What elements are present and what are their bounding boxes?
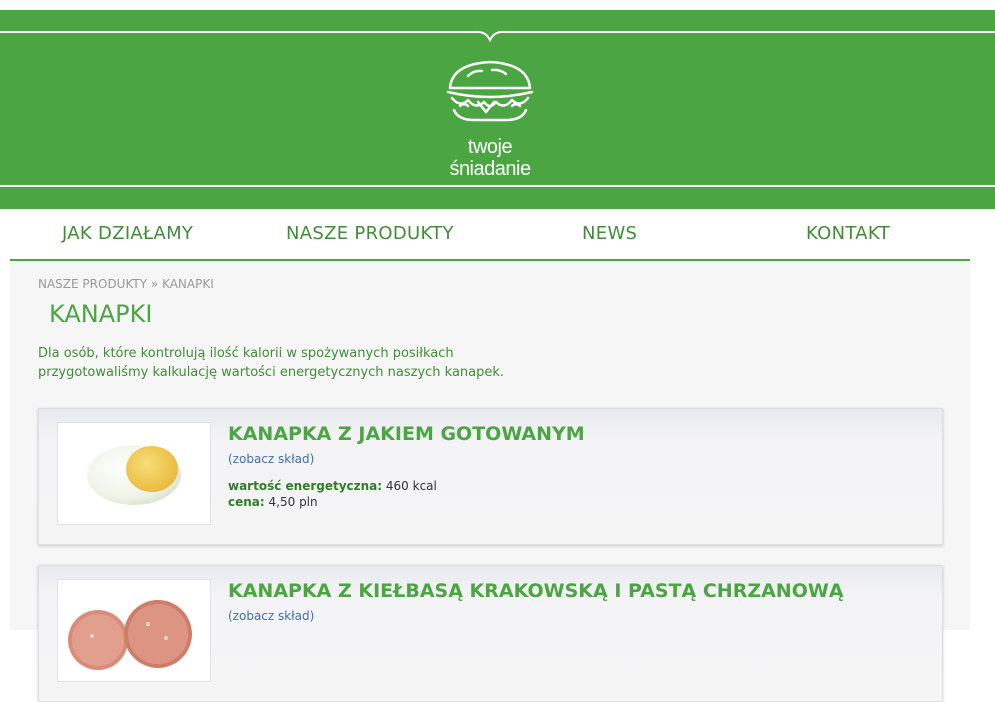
nav-item-news[interactable]: NEWS — [582, 223, 637, 244]
intro-text: Dla osób, które kontrolują ilość kalorii… — [38, 344, 558, 382]
energy-value: 460 kcal — [385, 479, 437, 493]
brand-name-line2: śniadanie — [449, 158, 531, 180]
product-thumbnail[interactable] — [57, 422, 211, 525]
price-label: cena: — [228, 495, 265, 509]
nav-item-jak-dzialamy[interactable]: JAK DZIAŁAMY — [62, 223, 193, 244]
product-card: KANAPKA Z JAKIEM GOTOWANYM (zobacz skład… — [38, 408, 943, 545]
sausage-slices-icon — [68, 600, 192, 670]
site-header: twoje śniadanie — [0, 10, 995, 209]
breadcrumb-separator: » — [150, 277, 159, 291]
boiled-egg-icon — [87, 445, 181, 505]
brand-logo[interactable]: twoje śniadanie — [442, 58, 538, 183]
price-value: 4,50 pln — [268, 495, 318, 509]
energy-label: wartość energetyczna: — [228, 479, 383, 493]
product-ingredients-link[interactable]: (zobacz skład) — [228, 609, 314, 623]
breadcrumb-current: KANAPKI — [162, 277, 214, 291]
intro-line-1: Dla osób, które kontrolują ilość kalorii… — [38, 346, 454, 361]
intro-line-2: przygotowaliśmy kalkulację wartości ener… — [38, 365, 505, 380]
product-title[interactable]: KANAPKA Z JAKIEM GOTOWANYM — [228, 423, 585, 445]
brand-name-line1: twoje — [467, 136, 513, 158]
product-title[interactable]: KANAPKA Z KIEŁBASĄ KRAKOWSKĄ I PASTĄ CHR… — [228, 580, 844, 602]
breadcrumb-parent-link[interactable]: NASZE PRODUKTY — [38, 277, 147, 291]
page-title: KANAPKI — [49, 300, 153, 328]
product-card: KANAPKA Z KIEŁBASĄ KRAKOWSKĄ I PASTĄ CHR… — [38, 565, 943, 702]
product-ingredients-link[interactable]: (zobacz skład) — [228, 452, 314, 466]
breadcrumb: NASZE PRODUKTY » KANAPKI — [38, 277, 214, 291]
main-content: NASZE PRODUKTY » KANAPKI KANAPKI Dla osó… — [10, 261, 970, 702]
product-thumbnail[interactable] — [57, 579, 211, 682]
nav-item-kontakt[interactable]: KONTAKT — [806, 223, 890, 244]
product-meta: wartość energetyczna: 460 kcal cena: 4,5… — [228, 478, 437, 510]
sandwich-logo-icon — [446, 60, 534, 122]
nav-item-nasze-produkty[interactable]: NASZE PRODUKTY — [286, 223, 454, 244]
main-nav: JAK DZIAŁAMY NASZE PRODUKTY NEWS KONTAKT — [10, 209, 970, 261]
